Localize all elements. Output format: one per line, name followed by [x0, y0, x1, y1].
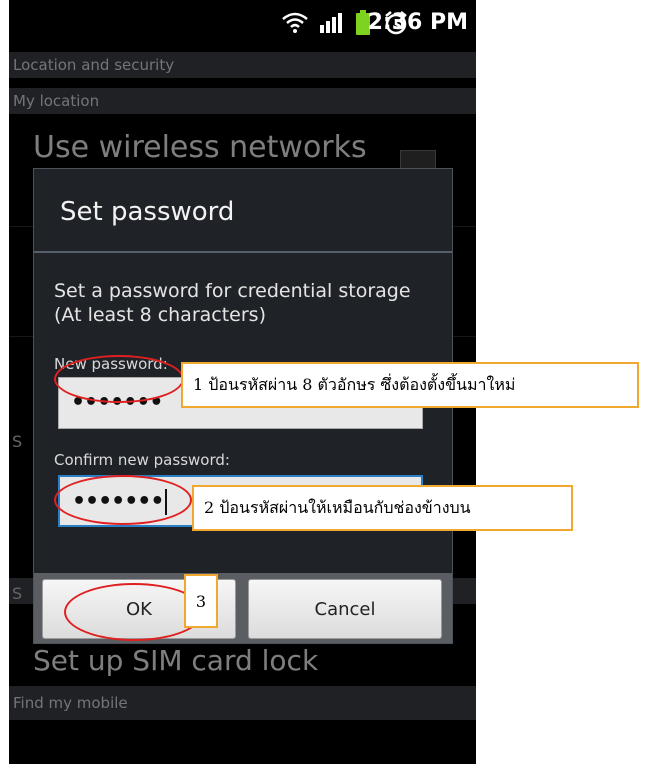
annotation-callout-1: 1 ป้อนรหัสผ่าน 8 ตัวอักษร ซึ่งต้องตั้งขึ…: [181, 362, 639, 408]
cancel-button[interactable]: Cancel: [248, 579, 442, 639]
annotation-callout-3: 3: [184, 574, 218, 628]
wifi-icon: [282, 12, 308, 33]
confirm-password-label: Confirm new password:: [54, 451, 230, 469]
dialog-title-divider: [34, 251, 452, 253]
dialog-title: Set password: [60, 197, 235, 227]
signal-icon: [320, 13, 342, 33]
status-bar: 2:36 PM: [9, 0, 476, 44]
status-time: 2:36 PM: [367, 10, 468, 35]
annotation-callout-2: 2 ป้อนรหัสผ่านให้เหมือนกับช่องข้างบน: [192, 485, 573, 531]
dialog-message: Set a password for credential storage (A…: [54, 280, 411, 326]
annotation-ellipse-confirm-password: [54, 475, 192, 525]
annotation-ellipse-ok: [64, 583, 204, 641]
annotation-ellipse-new-password: [54, 355, 184, 403]
